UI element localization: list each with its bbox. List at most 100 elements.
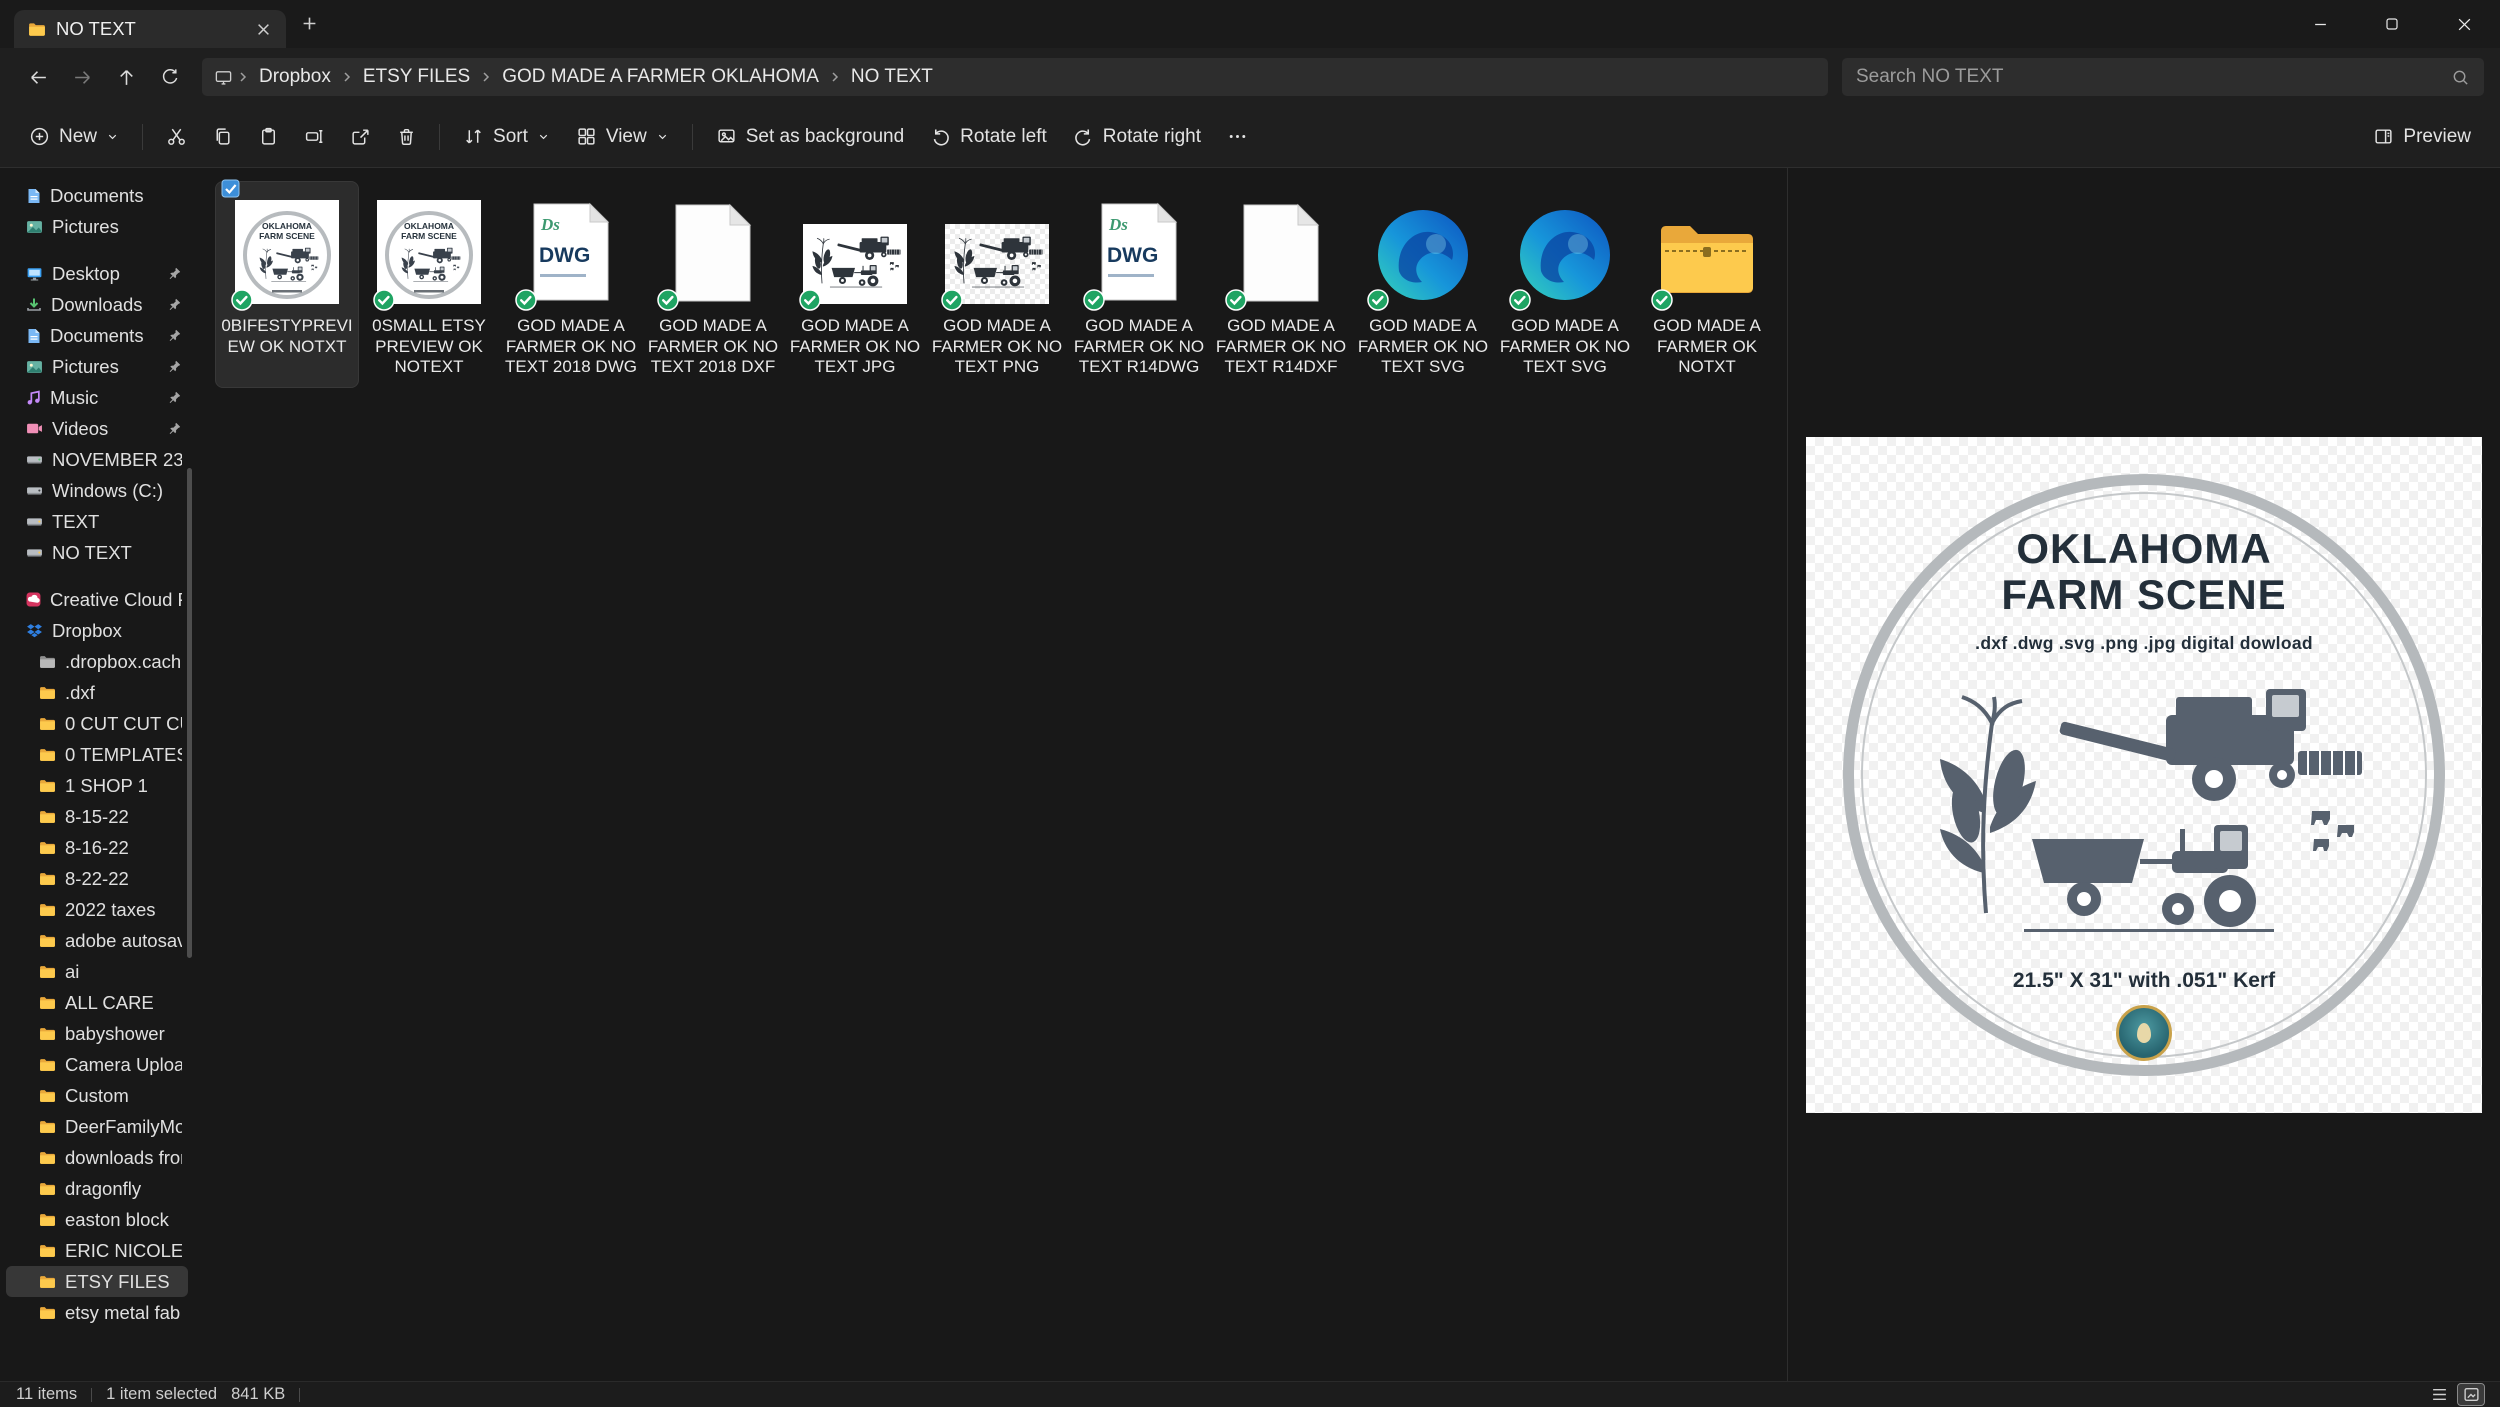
file-item-god-made-a-farmer-ok-no-text-jpg[interactable]: GOD MADE A FARMER OK NO TEXT JPG bbox=[784, 182, 926, 387]
forward-button[interactable] bbox=[60, 57, 104, 97]
sidebar-item-2022-taxes[interactable]: 2022 taxes bbox=[6, 894, 188, 925]
rotate-left-button[interactable]: Rotate left bbox=[917, 116, 1060, 158]
sidebar-item-deerfamilymou[interactable]: DeerFamilyMou bbox=[6, 1111, 188, 1142]
sidebar-item-8-22-22[interactable]: 8-22-22 bbox=[6, 863, 188, 894]
tab-title: NO TEXT bbox=[56, 18, 238, 40]
sidebar-item-videos[interactable]: Videos bbox=[6, 413, 188, 444]
up-button[interactable] bbox=[104, 57, 148, 97]
details-view-button[interactable] bbox=[2426, 1384, 2452, 1405]
file-name: GOD MADE A FARMER OK NO TEXT SVG FILLED bbox=[1355, 316, 1491, 379]
sidebar-item-8-15-22[interactable]: 8-15-22 bbox=[6, 801, 188, 832]
sidebar-item-eric-nicole-ni[interactable]: ERIC NICOLE NI bbox=[6, 1235, 188, 1266]
sidebar-item-no-text[interactable]: NO TEXT bbox=[6, 537, 188, 568]
sidebar-item-1-shop-1[interactable]: 1 SHOP 1 bbox=[6, 770, 188, 801]
close-button[interactable] bbox=[2428, 0, 2500, 48]
sidebar-item-0-templates[interactable]: 0 TEMPLATES bbox=[6, 739, 188, 770]
file-item-0bifestypreview-ok-notxt[interactable]: OKLAHOMAFARM SCENE 0BIFESTYPREVIEW OK NO… bbox=[216, 182, 358, 387]
sort-button[interactable]: Sort bbox=[450, 116, 563, 158]
share-button[interactable] bbox=[337, 116, 383, 158]
sidebar-item-etsy-files[interactable]: ETSY FILES bbox=[6, 1266, 188, 1297]
sidebar-item-pictures[interactable]: Pictures bbox=[6, 351, 188, 382]
file-item-god-made-a-farmer-ok-no-text-2018-dwg[interactable]: DsDWG GOD MADE A FARMER OK NO TEXT 2018 … bbox=[500, 182, 642, 387]
sidebar-item-downloads-from[interactable]: downloads from bbox=[6, 1142, 188, 1173]
minimize-button[interactable] bbox=[2284, 0, 2356, 48]
file-name: GOD MADE A FARMER OK NO TEXT R14DXF bbox=[1213, 316, 1349, 378]
search-input[interactable] bbox=[1856, 66, 2441, 88]
folder-icon bbox=[39, 1182, 56, 1196]
breadcrumb-item-etsy-files[interactable]: ETSY FILES bbox=[355, 63, 478, 91]
sidebar-item-camera-uploads[interactable]: Camera Uploads bbox=[6, 1049, 188, 1080]
breadcrumb-item-dropbox[interactable]: Dropbox bbox=[251, 63, 339, 91]
sidebar-item-creative-cloud-fi[interactable]: Creative Cloud Fi bbox=[6, 584, 188, 615]
sidebar-item-all-care[interactable]: ALL CARE bbox=[6, 987, 188, 1018]
sidebar-item-ai[interactable]: ai bbox=[6, 956, 188, 987]
window-controls bbox=[2284, 0, 2500, 48]
sidebar-item-text[interactable]: TEXT bbox=[6, 506, 188, 537]
folder-icon bbox=[39, 810, 56, 824]
file-item-god-made-a-farmer-ok-no-text-2018-dxf[interactable]: GOD MADE A FARMER OK NO TEXT 2018 DXF bbox=[642, 182, 784, 387]
sidebar-item-dxf[interactable]: .dxf bbox=[6, 677, 188, 708]
folder-icon bbox=[39, 1244, 56, 1258]
folder-icon bbox=[39, 686, 56, 700]
copy-button[interactable] bbox=[199, 116, 245, 158]
rename-button[interactable] bbox=[291, 116, 337, 158]
sync-status-icon bbox=[799, 289, 821, 311]
sidebar-item-0-cut-cut-cut[interactable]: 0 CUT CUT CUT bbox=[6, 708, 188, 739]
sidebar-item-music[interactable]: Music bbox=[6, 382, 188, 413]
explorer-tab[interactable]: NO TEXT bbox=[14, 10, 286, 48]
sidebar-item-dropbox-cache[interactable]: .dropbox.cache bbox=[6, 646, 188, 677]
sidebar-item-dropbox[interactable]: Dropbox bbox=[6, 615, 188, 646]
delete-button[interactable] bbox=[383, 116, 429, 158]
search-box[interactable] bbox=[1842, 58, 2484, 96]
refresh-button[interactable] bbox=[148, 57, 192, 97]
sidebar-scrollbar[interactable] bbox=[187, 468, 192, 958]
folder-icon bbox=[39, 779, 56, 793]
file-item-god-made-a-farmer-ok-no-text-svg-filled[interactable]: GOD MADE A FARMER OK NO TEXT SVG FILLED bbox=[1352, 182, 1494, 387]
more-options-button[interactable] bbox=[1214, 116, 1260, 158]
file-name: GOD MADE A FARMER OK NO TEXT JPG bbox=[787, 316, 923, 378]
sidebar-item-easton-block[interactable]: easton block bbox=[6, 1204, 188, 1235]
breadcrumb-item-no-text[interactable]: NO TEXT bbox=[843, 63, 941, 91]
folder-icon bbox=[39, 841, 56, 855]
sidebar-item-documents[interactable]: Documents bbox=[6, 180, 188, 211]
file-item-0small-etsy-preview-ok-notext[interactable]: OKLAHOMAFARM SCENE 0SMALL ETSY PREVIEW O… bbox=[358, 182, 500, 387]
sidebar-item-dragonfly[interactable]: dragonfly bbox=[6, 1173, 188, 1204]
folder-icon bbox=[39, 1027, 56, 1041]
sidebar-item-8-16-22[interactable]: 8-16-22 bbox=[6, 832, 188, 863]
maximize-button[interactable] bbox=[2356, 0, 2428, 48]
preview-title-line2: FARM SCENE bbox=[1806, 571, 2482, 619]
selection-checkbox[interactable] bbox=[221, 179, 240, 198]
sync-status-icon bbox=[515, 289, 537, 311]
sidebar-item-documents[interactable]: Documents bbox=[6, 320, 188, 351]
file-item-god-made-a-farmer-ok-notxt[interactable]: GOD MADE A FARMER OK NOTXT bbox=[1636, 182, 1778, 387]
svg-text:FARM SCENE: FARM SCENE bbox=[259, 231, 315, 241]
new-button[interactable]: New bbox=[16, 116, 132, 158]
music-icon bbox=[26, 390, 41, 405]
sidebar-item-windows-c[interactable]: Windows (C:) bbox=[6, 475, 188, 506]
tab-close-button[interactable] bbox=[248, 14, 278, 44]
file-item-god-made-a-farmer-ok-no-text-png[interactable]: GOD MADE A FARMER OK NO TEXT PNG bbox=[926, 182, 1068, 387]
new-tab-button[interactable] bbox=[294, 8, 324, 38]
cut-button[interactable] bbox=[153, 116, 199, 158]
sidebar-item-desktop[interactable]: Desktop bbox=[6, 258, 188, 289]
sidebar-item-downloads[interactable]: Downloads bbox=[6, 289, 188, 320]
set-as-background-button[interactable]: Set as background bbox=[703, 116, 917, 158]
sidebar-item-adobe-autosave[interactable]: adobe autosave bbox=[6, 925, 188, 956]
back-button[interactable] bbox=[16, 57, 60, 97]
file-item-god-made-a-farmer-ok-no-text-r14dxf[interactable]: GOD MADE A FARMER OK NO TEXT R14DXF bbox=[1210, 182, 1352, 387]
sidebar-item-november-23[interactable]: NOVEMBER 23 bbox=[6, 444, 188, 475]
file-item-god-made-a-farmer-ok-no-text-svg[interactable]: GOD MADE A FARMER OK NO TEXT SVG bbox=[1494, 182, 1636, 387]
paste-button[interactable] bbox=[245, 116, 291, 158]
view-button[interactable]: View bbox=[563, 116, 682, 158]
sidebar-item-etsy-metal-fab[interactable]: etsy metal fab bbox=[6, 1297, 188, 1328]
address-bar[interactable]: Dropbox ETSY FILES GOD MADE A FARMER OKLAH… bbox=[202, 58, 1828, 96]
large-thumbnails-view-button[interactable] bbox=[2458, 1384, 2484, 1405]
file-item-god-made-a-farmer-ok-no-text-r14dwg[interactable]: DsDWG GOD MADE A FARMER OK NO TEXT R14DW… bbox=[1068, 182, 1210, 387]
rotate-right-button[interactable]: Rotate right bbox=[1060, 116, 1214, 158]
sidebar-item-pictures[interactable]: Pictures bbox=[6, 211, 188, 242]
preview-toggle-button[interactable]: Preview bbox=[2360, 116, 2484, 158]
sidebar-item-babyshower[interactable]: babyshower bbox=[6, 1018, 188, 1049]
sidebar-item-custom[interactable]: Custom bbox=[6, 1080, 188, 1111]
pin-icon bbox=[167, 359, 182, 374]
breadcrumb-item-god-made-a-farmer-oklahoma[interactable]: GOD MADE A FARMER OKLAHOMA bbox=[494, 63, 827, 91]
